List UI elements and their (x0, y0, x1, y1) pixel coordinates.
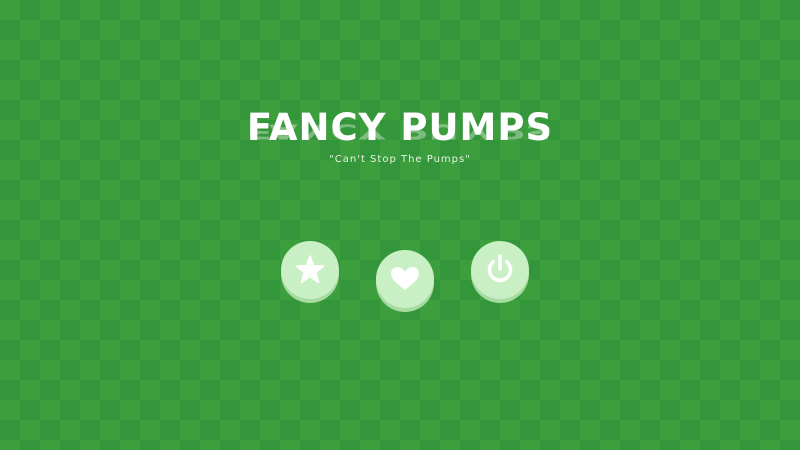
heart-icon (391, 267, 419, 290)
game-title: FANCY PUMPS (246, 106, 554, 149)
title-block: FANCY PUMPS FANCY PUMPS (0, 108, 800, 148)
star-icon (295, 255, 325, 284)
game-screen: FANCY PUMPS FANCY PUMPS "Can't Stop The … (0, 0, 800, 450)
game-subtitle: "Can't Stop The Pumps" (329, 154, 471, 165)
power-button[interactable] (471, 241, 529, 299)
power-icon (487, 254, 513, 283)
star-button[interactable] (281, 241, 339, 299)
heart-button[interactable] (376, 250, 434, 308)
